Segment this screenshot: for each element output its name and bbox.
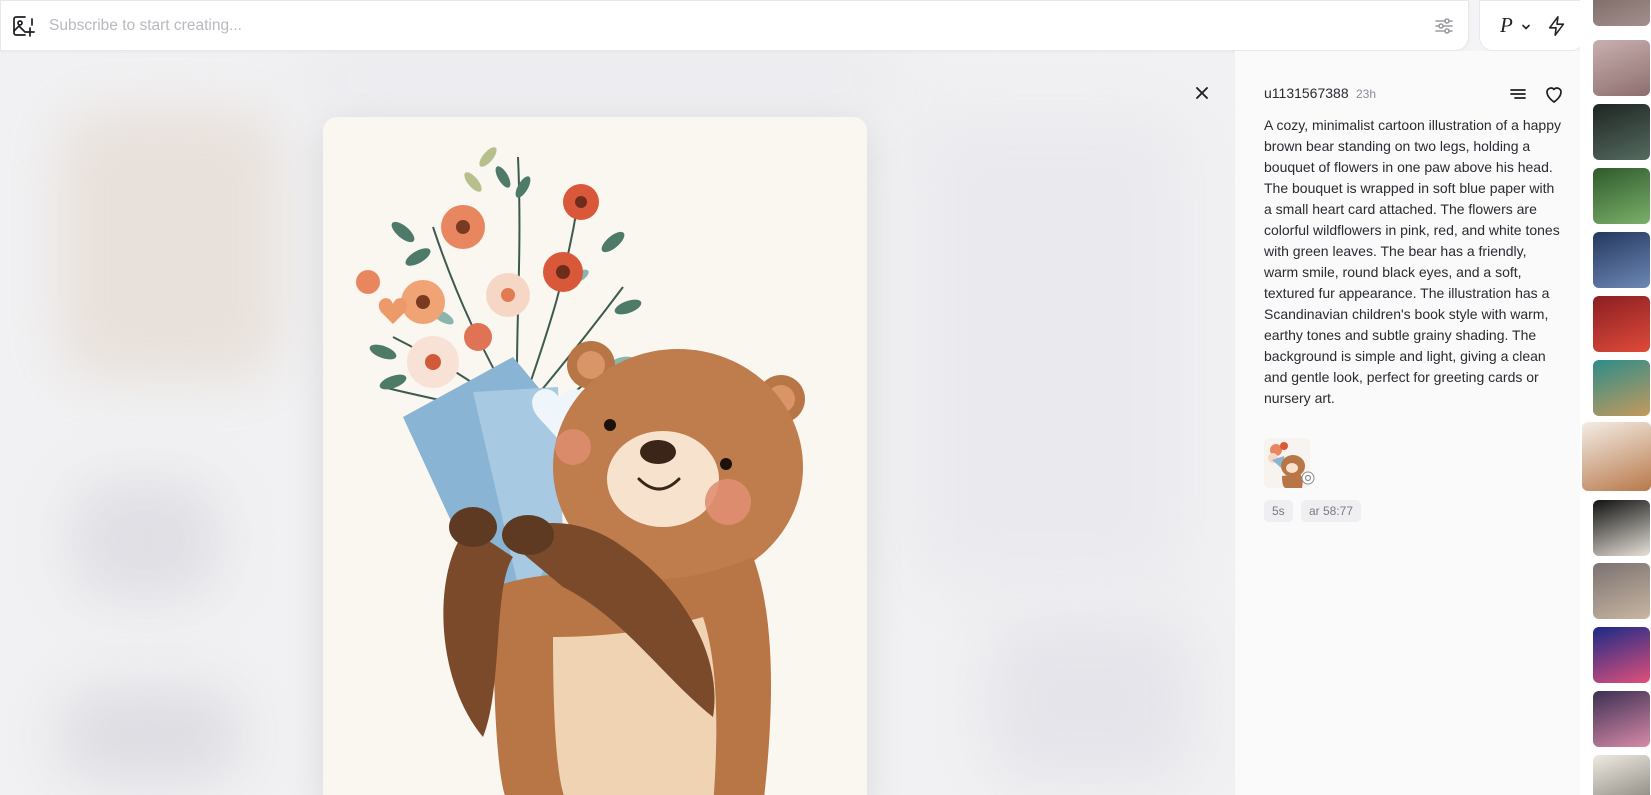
menu-icon[interactable] — [1507, 83, 1529, 105]
thumb-night-road[interactable] — [1593, 104, 1650, 160]
thumb-guitar-player[interactable] — [1593, 360, 1650, 416]
chevron-down-icon[interactable] — [1520, 20, 1532, 32]
thumb-cute-cat[interactable] — [1593, 755, 1650, 795]
mode-label[interactable]: P — [1500, 13, 1513, 38]
thumb-pink-sky[interactable] — [1593, 691, 1650, 747]
settings-sliders-icon[interactable] — [1433, 15, 1455, 37]
image-add-icon[interactable] — [11, 14, 35, 38]
thumb-neon-face[interactable] — [1593, 627, 1650, 683]
heart-icon[interactable] — [1542, 82, 1566, 106]
close-icon[interactable] — [1191, 82, 1213, 104]
thumb-city-lights[interactable] — [1593, 232, 1650, 288]
reference-badge-icon — [1301, 471, 1315, 485]
thumb-red-hair-woman[interactable] — [1593, 296, 1650, 352]
thumbnail-strip — [1580, 0, 1651, 795]
prompt-text: A cozy, minimalist cartoon illustration … — [1264, 117, 1561, 406]
app-root: P — [0, 0, 1651, 795]
thumb-street-scene[interactable] — [1593, 0, 1650, 26]
timestamp: 23h — [1356, 87, 1377, 101]
prompt-bar — [0, 0, 1469, 51]
thumb-cat-selfie[interactable] — [1593, 563, 1650, 619]
thumb-girl-portrait[interactable] — [1593, 40, 1650, 96]
username-link[interactable]: u1131567388 — [1264, 85, 1349, 101]
thumb-white-dog[interactable] — [1593, 500, 1650, 556]
prompt-input[interactable] — [49, 13, 1409, 39]
lightning-bolt-icon[interactable] — [1546, 15, 1568, 37]
mode-selector[interactable]: P — [1479, 0, 1585, 51]
generated-image[interactable] — [323, 117, 867, 795]
param-chip-aspect-ratio[interactable]: ar 58:77 — [1301, 500, 1362, 522]
param-chip-stylize[interactable]: 5s — [1264, 500, 1293, 522]
thumb-bear-bouquet[interactable] — [1582, 422, 1651, 491]
thumb-green-room[interactable] — [1593, 168, 1650, 224]
detail-panel: u1131567388 23h A cozy, minimalist carto… — [1235, 51, 1580, 795]
